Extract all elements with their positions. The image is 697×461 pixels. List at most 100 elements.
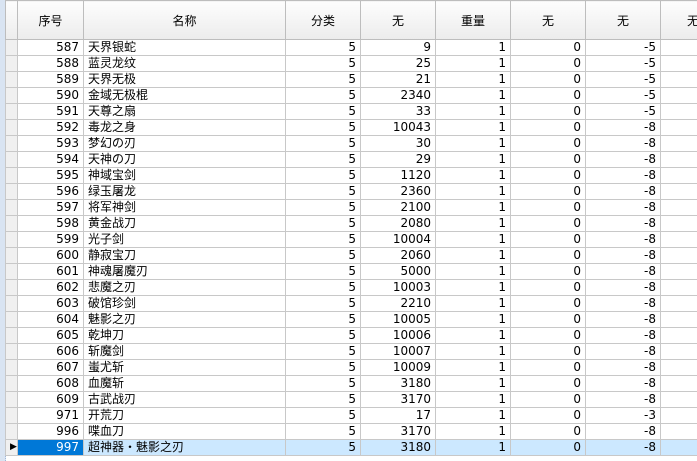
weight-cell[interactable]: 1	[435, 87, 511, 104]
none-cell-4[interactable]	[660, 55, 697, 72]
none-cell-4[interactable]	[660, 231, 697, 248]
id-cell[interactable]: 596	[17, 183, 84, 200]
none-cell-4[interactable]	[660, 103, 697, 120]
name-cell[interactable]: 蓝灵龙纹	[83, 55, 286, 72]
name-cell[interactable]: 破馆珍剑	[83, 295, 286, 312]
none-cell-4[interactable]	[660, 359, 697, 376]
none-cell-3[interactable]: -8	[585, 311, 661, 328]
row-indicator[interactable]	[5, 359, 18, 376]
none-cell-4[interactable]	[660, 151, 697, 168]
none-cell-4[interactable]	[660, 119, 697, 136]
category-cell[interactable]: 5	[285, 55, 361, 72]
table-row[interactable]: 603 破馆珍剑 5 2210 1 0 -8	[5, 295, 697, 312]
table-row[interactable]: 606 斩魔剑 5 10007 1 0 -8	[5, 343, 697, 360]
none-cell-2[interactable]: 0	[510, 151, 586, 168]
weight-cell[interactable]: 1	[435, 423, 511, 440]
value-cell[interactable]: 10004	[360, 231, 436, 248]
none-cell-2[interactable]: 0	[510, 279, 586, 296]
none-cell-2[interactable]: 0	[510, 103, 586, 120]
none-cell-3[interactable]: -8	[585, 231, 661, 248]
none-cell-2[interactable]: 0	[510, 263, 586, 280]
weight-cell[interactable]: 1	[435, 167, 511, 184]
none-cell-3[interactable]: -5	[585, 87, 661, 104]
name-cell[interactable]: 梦幻の刃	[83, 135, 286, 152]
none-cell-2[interactable]: 0	[510, 375, 586, 392]
row-indicator[interactable]	[5, 295, 18, 312]
name-cell[interactable]: 黄金战刀	[83, 215, 286, 232]
id-cell[interactable]: 593	[17, 135, 84, 152]
none-cell-2[interactable]: 0	[510, 183, 586, 200]
id-cell[interactable]: 587	[17, 39, 84, 56]
none-cell-3[interactable]: -5	[585, 39, 661, 56]
none-cell-4[interactable]	[660, 87, 697, 104]
value-cell[interactable]: 3180	[360, 375, 436, 392]
category-cell[interactable]: 5	[285, 343, 361, 360]
none-cell-4[interactable]	[660, 327, 697, 344]
none-cell-2[interactable]: 0	[510, 135, 586, 152]
value-cell[interactable]: 10043	[360, 119, 436, 136]
value-cell[interactable]: 3180	[360, 439, 436, 456]
row-indicator[interactable]	[5, 327, 18, 344]
value-cell[interactable]: 9	[360, 39, 436, 56]
name-cell[interactable]: 喋血刀	[83, 423, 286, 440]
id-cell[interactable]: 600	[17, 247, 84, 264]
none-cell-3[interactable]: -8	[585, 343, 661, 360]
weight-cell[interactable]: 1	[435, 247, 511, 264]
none-cell-4[interactable]	[660, 439, 697, 456]
none-cell-3[interactable]: -8	[585, 327, 661, 344]
id-cell[interactable]: 591	[17, 103, 84, 120]
none-cell-2[interactable]: 0	[510, 343, 586, 360]
name-cell[interactable]: 天界无极	[83, 71, 286, 88]
value-cell[interactable]: 2210	[360, 295, 436, 312]
id-cell[interactable]: 601	[17, 263, 84, 280]
name-cell[interactable]: 天界银蛇	[83, 39, 286, 56]
table-row[interactable]: 588 蓝灵龙纹 5 25 1 0 -5	[5, 55, 697, 72]
id-cell[interactable]: 599	[17, 231, 84, 248]
value-cell[interactable]: 25	[360, 55, 436, 72]
none-cell-3[interactable]: -8	[585, 295, 661, 312]
weight-cell[interactable]: 1	[435, 119, 511, 136]
weight-cell[interactable]: 1	[435, 391, 511, 408]
table-row[interactable]: 602 悲魔之刃 5 10003 1 0 -8	[5, 279, 697, 296]
none-cell-4[interactable]	[660, 375, 697, 392]
none-cell-2[interactable]: 0	[510, 391, 586, 408]
id-cell[interactable]: 997	[17, 439, 84, 456]
none-cell-3[interactable]: -8	[585, 167, 661, 184]
category-cell[interactable]: 5	[285, 439, 361, 456]
value-cell[interactable]: 29	[360, 151, 436, 168]
none-cell-2[interactable]: 0	[510, 39, 586, 56]
name-cell[interactable]: 古武战刃	[83, 391, 286, 408]
weight-cell[interactable]: 1	[435, 151, 511, 168]
weight-cell[interactable]: 1	[435, 71, 511, 88]
name-cell[interactable]: 天神の刀	[83, 151, 286, 168]
row-indicator[interactable]	[5, 103, 18, 120]
none-cell-2[interactable]: 0	[510, 231, 586, 248]
none-cell-3[interactable]: -5	[585, 71, 661, 88]
name-cell[interactable]: 神域宝剑	[83, 167, 286, 184]
value-cell[interactable]: 5000	[360, 263, 436, 280]
row-indicator[interactable]	[5, 375, 18, 392]
table-row[interactable]: 595 神域宝剑 5 1120 1 0 -8	[5, 167, 697, 184]
weight-cell[interactable]: 1	[435, 439, 511, 456]
value-cell[interactable]: 2080	[360, 215, 436, 232]
row-indicator[interactable]	[5, 407, 18, 424]
row-indicator[interactable]	[5, 151, 18, 168]
row-indicator[interactable]	[5, 87, 18, 104]
none-cell-4[interactable]	[660, 391, 697, 408]
name-cell[interactable]: 将军神剑	[83, 199, 286, 216]
table-row[interactable]: 591 天尊之扇 5 33 1 0 -5	[5, 103, 697, 120]
name-cell[interactable]: 乾坤刀	[83, 327, 286, 344]
weight-cell[interactable]: 1	[435, 311, 511, 328]
row-indicator[interactable]	[5, 343, 18, 360]
name-cell[interactable]: 天尊之扇	[83, 103, 286, 120]
value-cell[interactable]: 30	[360, 135, 436, 152]
weight-cell[interactable]: 1	[435, 103, 511, 120]
column-header-none-2[interactable]: 无	[510, 0, 586, 40]
row-indicator[interactable]	[5, 247, 18, 264]
id-cell[interactable]: 602	[17, 279, 84, 296]
weight-cell[interactable]: 1	[435, 55, 511, 72]
column-header-name[interactable]: 名称	[83, 0, 286, 40]
weight-cell[interactable]: 1	[435, 135, 511, 152]
table-row[interactable]: 599 光子剑 5 10004 1 0 -8	[5, 231, 697, 248]
none-cell-3[interactable]: -8	[585, 391, 661, 408]
